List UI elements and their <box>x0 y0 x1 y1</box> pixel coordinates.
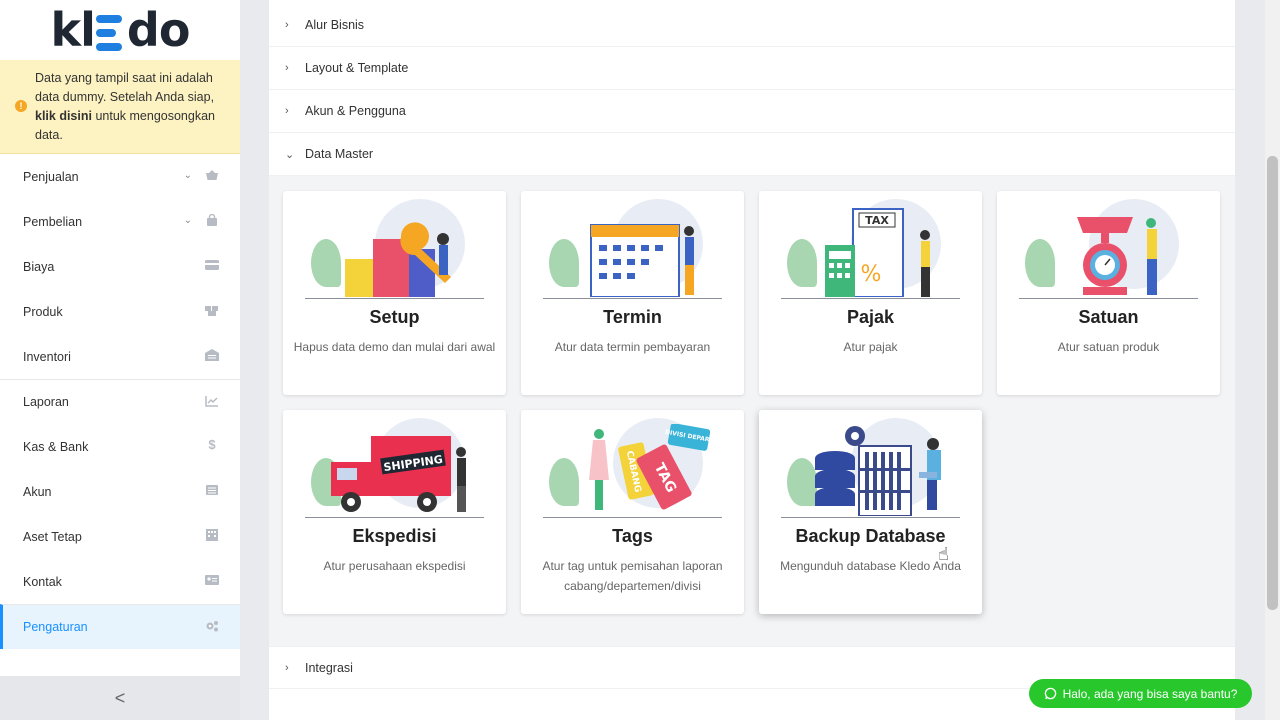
dollar-icon: $ <box>208 437 216 452</box>
logo-e-mark <box>95 15 126 51</box>
card-title: Ekspedisi <box>352 526 437 546</box>
boxes-icon <box>205 306 218 316</box>
card-title: Satuan <box>1078 307 1139 327</box>
chevron-right-icon: › <box>285 105 289 117</box>
whatsapp-chat-button[interactable]: Halo, ada yang bisa saya bantu? <box>1029 679 1252 708</box>
kledo-logo[interactable]: kl do <box>0 0 240 60</box>
card-title: Setup <box>369 307 420 327</box>
basket-icon <box>206 170 218 180</box>
chevron-right-icon: › <box>285 661 289 674</box>
card-title: Tags <box>612 526 653 546</box>
chevron-down-icon: ⌄ <box>285 148 295 161</box>
warning-icon: ! <box>15 100 27 112</box>
chat-button-label: Halo, ada yang bisa saya bantu? <box>1062 686 1238 701</box>
sidebar-item-kontak[interactable]: Kontak <box>0 559 240 604</box>
chart-line-icon <box>205 396 218 407</box>
sidebar: kl do ! Data yang tampil saat ini adalah … <box>0 0 240 720</box>
accordion-layout-template[interactable]: › Layout & Template <box>269 47 1235 90</box>
chevron-right-icon: › <box>285 62 289 74</box>
credit-card-icon <box>205 260 219 270</box>
svg-text:%: % <box>861 262 882 287</box>
card-backup-database[interactable]: Backup Database Mengunduh database Kledo… <box>759 410 982 614</box>
whatsapp-icon <box>1044 687 1056 700</box>
sidebar-menu: Penjualan ⌄ Pembelian ⌄ Biaya Produk Inv… <box>0 154 240 649</box>
sidebar-item-pembelian[interactable]: Pembelian ⌄ <box>0 199 240 244</box>
svg-text:TAX: TAX <box>865 214 889 227</box>
sidebar-item-penjualan[interactable]: Penjualan ⌄ <box>0 154 240 199</box>
card-title: Pajak <box>846 307 895 327</box>
sidebar-collapse-button[interactable]: < <box>0 676 240 720</box>
card-ekspedisi[interactable]: SHIPPING Ekspedisi Atur perusahaan ekspe… <box>283 410 506 614</box>
page-scrollbar-thumb[interactable] <box>1267 156 1278 610</box>
calendar-illustration <box>543 199 722 299</box>
accordion-data-master[interactable]: ⌄ Data Master <box>269 133 1235 176</box>
card-termin[interactable]: Termin Atur data termin pembayaran <box>521 191 744 395</box>
card-description: Atur pajak <box>843 340 898 354</box>
hand-cursor-icon: ☝ <box>938 544 949 564</box>
card-title: Termin <box>603 307 662 327</box>
sidebar-item-laporan[interactable]: Laporan <box>0 379 240 424</box>
tax-illustration: TAX % <box>781 199 960 299</box>
chevron-down-icon: ⌄ <box>183 170 192 181</box>
sidebar-item-produk[interactable]: Produk <box>0 289 240 334</box>
gears-icon <box>206 621 218 632</box>
card-description: Atur satuan produk <box>1057 340 1160 354</box>
list-icon <box>206 485 218 495</box>
card-description: Atur data termin pembayaran <box>554 340 711 354</box>
sidebar-item-aset-tetap[interactable]: Aset Tetap <box>0 514 240 559</box>
setup-illustration <box>305 199 484 299</box>
scale-illustration <box>1019 199 1198 299</box>
card-description: Atur perusahaan ekspedisi <box>323 559 466 573</box>
database-illustration <box>781 418 960 518</box>
truck-illustration: SHIPPING <box>305 418 484 518</box>
tags-illustration: CABANG TAG DIVISI DEPART <box>543 418 722 518</box>
sidebar-item-kas-bank[interactable]: Kas & Bank $ <box>0 424 240 469</box>
sidebar-item-biaya[interactable]: Biaya <box>0 244 240 289</box>
id-card-icon <box>205 575 219 585</box>
card-setup[interactable]: Setup Hapus data demo dan mulai dari awa… <box>283 191 506 395</box>
accordion-akun-pengguna[interactable]: › Akun & Pengguna <box>269 90 1235 133</box>
chevron-down-icon: ⌄ <box>183 215 192 226</box>
card-description: Hapus data demo dan mulai dari awal <box>293 340 496 354</box>
sidebar-item-pengaturan[interactable]: Pengaturan <box>0 604 240 649</box>
card-tags[interactable]: CABANG TAG DIVISI DEPART Tags Atur tag u… <box>521 410 744 614</box>
accordion-alur-bisnis[interactable]: › Alur Bisnis <box>269 0 1235 47</box>
chevron-right-icon: › <box>285 19 289 31</box>
sidebar-item-akun[interactable]: Akun <box>0 469 240 514</box>
dummy-data-notice: ! Data yang tampil saat ini adalah data … <box>0 60 240 154</box>
building-icon <box>206 529 218 541</box>
card-pajak[interactable]: TAX % Pajak Atur pajak <box>759 191 982 395</box>
warehouse-icon <box>205 349 219 361</box>
chevron-left-icon: < <box>114 687 126 708</box>
sidebar-item-inventori[interactable]: Inventori <box>0 334 240 379</box>
card-description: Atur tag untuk pemisahan laporan cabang/… <box>542 559 723 593</box>
notice-text-1: Data yang tampil saat ini adalah data du… <box>35 71 215 104</box>
card-satuan[interactable]: Satuan Atur satuan produk <box>997 191 1220 395</box>
settings-panel: › Alur Bisnis › Layout & Template › Akun… <box>269 0 1235 720</box>
clear-dummy-data-link[interactable]: klik disini <box>35 109 92 123</box>
data-master-grid: Setup Hapus data demo dan mulai dari awa… <box>269 176 1235 646</box>
shopping-bag-icon <box>207 214 217 226</box>
